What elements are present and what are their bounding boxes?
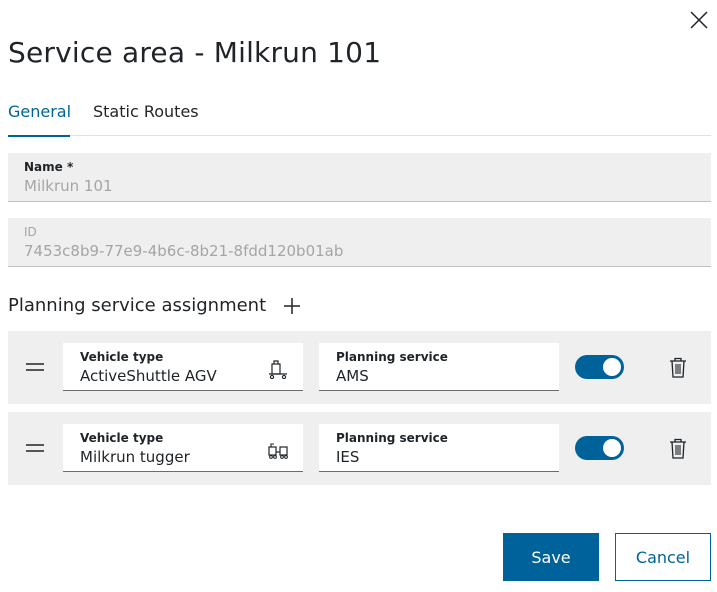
toggle-knob <box>603 439 621 457</box>
trash-icon <box>670 357 686 378</box>
planning-service-select[interactable]: Planning service IES <box>319 424 559 472</box>
dialog-title: Service area - Milkrun 101 <box>8 36 382 69</box>
save-button[interactable]: Save <box>503 533 599 581</box>
planning-service-value: IES <box>336 448 360 466</box>
vehicle-type-label: Vehicle type <box>80 431 164 445</box>
close-icon <box>690 11 708 29</box>
delete-button[interactable] <box>667 356 689 378</box>
vehicle-type-select[interactable]: Vehicle type Milkrun tugger <box>63 424 303 472</box>
id-field: ID 7453c8b9-77e9-4b6c-8b21-8fdd120b01ab <box>8 218 711 267</box>
assignment-row: Vehicle type ActiveShuttle AGV Planning … <box>8 331 711 404</box>
planning-assignment-title: Planning service assignment <box>8 295 267 316</box>
vehicle-type-value: Milkrun tugger <box>80 448 190 466</box>
add-assignment-button[interactable] <box>282 296 302 316</box>
tab-bar: General Static Routes <box>8 98 711 137</box>
agv-icon <box>267 359 289 381</box>
name-field-label: Name * <box>24 160 74 174</box>
tugger-icon <box>267 440 289 462</box>
drag-handle-icon[interactable] <box>24 359 46 375</box>
enable-toggle[interactable] <box>575 436 624 460</box>
trash-icon <box>670 438 686 459</box>
plus-icon <box>284 298 300 314</box>
id-field-label: ID <box>24 225 37 239</box>
planning-service-label: Planning service <box>336 350 448 364</box>
planning-service-select[interactable]: Planning service AMS <box>319 343 559 391</box>
vehicle-type-select[interactable]: Vehicle type ActiveShuttle AGV <box>63 343 303 391</box>
delete-button[interactable] <box>667 437 689 459</box>
assignment-row: Vehicle type Milkrun tugger Planning ser… <box>8 412 711 485</box>
name-field-value: Milkrun 101 <box>24 177 113 195</box>
drag-handle-icon[interactable] <box>24 440 46 456</box>
tab-static-routes[interactable]: Static Routes <box>93 98 199 136</box>
id-field-value: 7453c8b9-77e9-4b6c-8b21-8fdd120b01ab <box>24 242 344 260</box>
toggle-knob <box>603 358 621 376</box>
planning-service-value: AMS <box>336 367 369 385</box>
vehicle-type-label: Vehicle type <box>80 350 164 364</box>
close-button[interactable] <box>687 8 711 32</box>
vehicle-type-value: ActiveShuttle AGV <box>80 367 217 385</box>
tab-general[interactable]: General <box>8 98 71 137</box>
enable-toggle[interactable] <box>575 355 624 379</box>
cancel-button[interactable]: Cancel <box>615 533 711 581</box>
planning-service-label: Planning service <box>336 431 448 445</box>
name-field[interactable]: Name * Milkrun 101 <box>8 153 711 202</box>
